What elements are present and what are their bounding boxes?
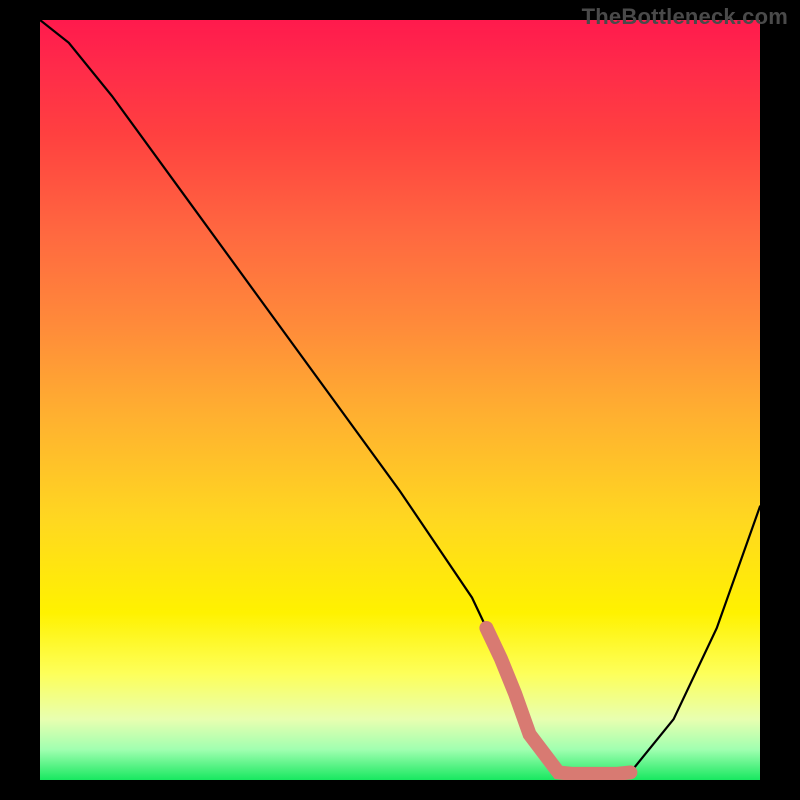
plot-area — [40, 20, 760, 780]
watermark-text: TheBottleneck.com — [582, 4, 788, 30]
curve-layer — [40, 20, 760, 780]
main-curve — [40, 20, 760, 780]
highlight-band — [486, 628, 630, 774]
